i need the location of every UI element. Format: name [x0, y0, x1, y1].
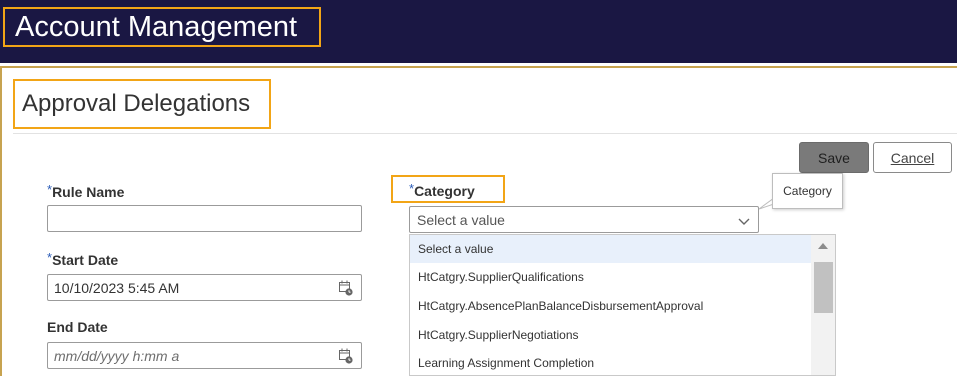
category-label: *Category [409, 181, 475, 199]
page-title: Approval Delegations [13, 79, 271, 129]
end-date-placeholder: mm/dd/yyyy h:mm a [54, 348, 180, 364]
content-left-border [0, 68, 2, 376]
dropdown-scrollbar[interactable] [811, 235, 835, 375]
start-date-label-text: Start Date [52, 252, 119, 268]
category-selected-value: Select a value [417, 212, 505, 228]
start-date-value: 10/10/2023 5:45 AM [54, 280, 180, 296]
app-title: Account Management [3, 7, 321, 47]
dropdown-option[interactable]: HtCatgry.AbsencePlanBalanceDisbursementA… [410, 292, 811, 320]
dropdown-option[interactable]: HtCatgry.SupplierQualifications [410, 263, 811, 291]
category-tooltip: Category [772, 173, 843, 209]
rule-name-label-text: Rule Name [52, 184, 125, 200]
dropdown-option[interactable]: Select a value [410, 235, 811, 263]
start-date-input[interactable]: 10/10/2023 5:45 AM [47, 274, 362, 301]
rule-name-label: *Rule Name [47, 182, 124, 200]
category-label-text: Category [414, 183, 475, 199]
calendar-clock-icon[interactable] [339, 348, 353, 364]
triangle-up-icon[interactable] [818, 243, 828, 249]
cancel-button[interactable]: Cancel [873, 142, 952, 173]
category-select[interactable]: Select a value [409, 206, 759, 233]
category-dropdown-list[interactable]: Select a value HtCatgry.SupplierQualific… [409, 234, 836, 376]
chevron-down-icon[interactable] [738, 214, 750, 225]
save-button[interactable]: Save [799, 142, 869, 173]
start-date-label: *Start Date [47, 250, 118, 268]
title-divider [13, 133, 957, 134]
header-accent-rule [0, 66, 957, 68]
rule-name-input[interactable] [47, 205, 362, 232]
dropdown-option[interactable]: HtCatgry.SupplierNegotiations [410, 321, 811, 349]
dropdown-option[interactable]: Learning Assignment Completion [410, 349, 811, 375]
end-date-label: End Date [47, 319, 108, 335]
app-header: Account Management [0, 0, 957, 63]
end-date-input[interactable]: mm/dd/yyyy h:mm a [47, 342, 362, 369]
scrollbar-thumb[interactable] [814, 262, 833, 313]
calendar-clock-icon[interactable] [339, 280, 353, 296]
